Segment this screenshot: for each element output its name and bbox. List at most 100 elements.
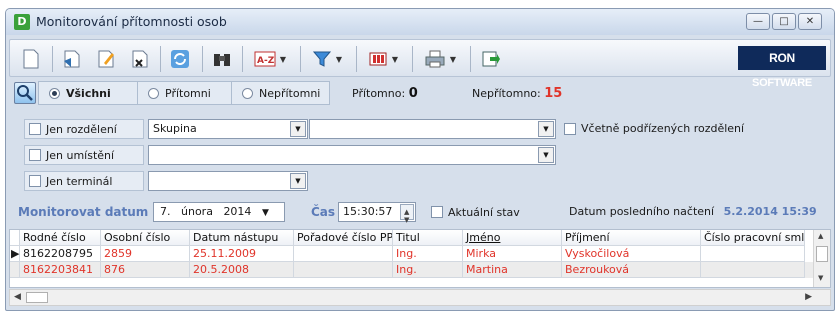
current-state-check[interactable] xyxy=(431,206,443,218)
cell[interactable]: Martina xyxy=(463,262,562,278)
new-doc-icon[interactable] xyxy=(20,46,42,72)
cell[interactable] xyxy=(701,262,805,278)
cell[interactable]: Mirka xyxy=(463,246,562,262)
col-header[interactable]: Osobní číslo xyxy=(101,230,190,246)
only-location-check[interactable] xyxy=(29,149,41,161)
radio-present[interactable]: Přítomni xyxy=(138,81,232,105)
horizontal-scroll-thumb[interactable] xyxy=(26,292,48,303)
time-input[interactable]: 15:30:57 ▲ ▼ xyxy=(338,202,416,224)
division-value-select[interactable]: ▼ xyxy=(309,119,556,139)
open-icon[interactable] xyxy=(60,46,84,72)
cell[interactable]: 8162203841 xyxy=(20,262,101,278)
edit-icon[interactable] xyxy=(94,46,118,72)
col-header[interactable]: Pořadové číslo PP xyxy=(294,230,393,246)
window-title: Monitorování přítomnosti osob xyxy=(36,14,227,29)
col-header-sorted[interactable]: Jméno xyxy=(463,230,562,246)
time-spinner[interactable]: ▲ ▼ xyxy=(400,204,414,224)
terminal-select[interactable]: ▼ xyxy=(148,171,308,191)
cell[interactable] xyxy=(294,246,393,262)
toolbar-separator xyxy=(300,46,301,72)
col-header[interactable]: Datum nástupu xyxy=(190,230,294,246)
filter-icon[interactable]: ▼ xyxy=(308,46,346,72)
col-header[interactable]: Číslo pracovní smlo xyxy=(701,230,805,246)
current-state-label: Aktuální stav xyxy=(448,205,520,219)
chevron-down-icon[interactable]: ▼ xyxy=(538,121,554,137)
cell[interactable]: 876 xyxy=(101,262,190,278)
scroll-down-icon[interactable]: ▼ xyxy=(818,274,823,282)
cell[interactable] xyxy=(294,262,393,278)
cell[interactable]: 2859 xyxy=(101,246,190,262)
include-sub-label: Včetně podřízených rozdělení xyxy=(581,122,745,135)
horizontal-scrollbar[interactable]: ◀ ▶ xyxy=(9,289,831,306)
cell[interactable]: Bezrouková xyxy=(562,262,701,278)
toolbar-separator xyxy=(160,46,161,72)
scroll-up-icon[interactable]: ▲ xyxy=(818,232,823,240)
spin-down-icon[interactable]: ▼ xyxy=(404,211,409,229)
only-terminal-check[interactable] xyxy=(29,175,41,187)
vertical-scroll-thumb[interactable] xyxy=(816,246,828,262)
chevron-down-icon[interactable]: ▼ xyxy=(290,173,306,189)
cell[interactable]: Ing. xyxy=(393,262,463,278)
radio-all[interactable]: Všichni xyxy=(38,81,138,105)
delete-icon[interactable] xyxy=(128,46,152,72)
time-label: Čas xyxy=(311,205,336,219)
close-button[interactable]: ✕ xyxy=(798,13,822,30)
scroll-left-icon[interactable]: ◀ xyxy=(14,292,21,302)
cell[interactable]: Vyskočilová xyxy=(562,246,701,262)
col-header[interactable]: Příjmení xyxy=(562,230,701,246)
table-row[interactable]: 8162203841 876 20.5.2008 Ing. Martina Be… xyxy=(10,262,830,278)
refresh-icon[interactable] xyxy=(168,46,192,72)
print-icon[interactable]: ▼ xyxy=(420,46,460,72)
app-icon: D xyxy=(14,14,30,30)
maximize-button[interactable]: □ xyxy=(772,13,796,30)
sort-az-icon[interactable]: A-Z ▼ xyxy=(250,46,290,72)
search-button[interactable] xyxy=(14,82,36,104)
current-state-checkbox[interactable]: Aktuální stav xyxy=(431,202,520,222)
toolbar-separator xyxy=(412,46,413,72)
only-terminal-checkbox[interactable]: Jen terminál xyxy=(24,171,144,191)
toolbar-separator xyxy=(356,46,357,72)
cell[interactable]: 25.11.2009 xyxy=(190,246,294,262)
date-month[interactable]: února xyxy=(181,205,213,218)
chevron-down-icon[interactable]: ▼ xyxy=(290,121,306,137)
radio-present-label: Přítomni xyxy=(165,86,211,100)
col-header[interactable]: Titul xyxy=(393,230,463,246)
chevron-down-icon[interactable]: ▼ xyxy=(538,147,554,163)
date-year[interactable]: 2014 xyxy=(223,205,251,218)
only-division-check[interactable] xyxy=(29,123,41,135)
chevron-down-icon[interactable]: ▼ xyxy=(262,208,269,218)
col-header[interactable]: Rodné číslo xyxy=(20,230,101,246)
only-location-checkbox[interactable]: Jen umístění xyxy=(24,145,144,165)
toolbar-separator xyxy=(52,46,53,72)
cell[interactable]: 8162208795 xyxy=(20,246,101,262)
main-window: D Monitorování přítomnosti osob — □ ✕ A-… xyxy=(5,8,835,311)
cell[interactable] xyxy=(701,246,805,262)
columns-icon[interactable]: ▼ xyxy=(364,46,402,72)
only-division-label: Jen rozdělení xyxy=(46,122,117,136)
monitor-date-picker[interactable]: 7. února 2014 ▼ xyxy=(153,202,285,222)
table-row[interactable]: ▶ 8162208795 2859 25.11.2009 Ing. Mirka … xyxy=(10,246,830,262)
radio-absent-indicator[interactable] xyxy=(242,87,253,99)
row-pointer-icon: ▶ xyxy=(11,247,20,260)
division-type-select[interactable]: Skupina ▼ xyxy=(148,119,308,139)
radio-all-indicator[interactable] xyxy=(49,87,60,99)
only-location-label: Jen umístění xyxy=(46,148,115,162)
cell[interactable]: 20.5.2008 xyxy=(190,262,294,278)
present-count: Přítomno: 0 xyxy=(352,86,418,101)
location-select[interactable]: ▼ xyxy=(148,145,556,165)
scroll-right-icon[interactable]: ▶ xyxy=(805,292,812,302)
include-sub-checkbox[interactable]: Včetně podřízených rozdělení xyxy=(564,122,744,135)
vertical-scrollbar[interactable]: ▲ ▼ xyxy=(813,230,830,287)
include-sub-check[interactable] xyxy=(564,122,576,135)
cell[interactable]: Ing. xyxy=(393,246,463,262)
radio-present-indicator[interactable] xyxy=(148,87,159,99)
radio-absent[interactable]: Nepřítomni xyxy=(232,81,330,105)
export-icon[interactable] xyxy=(478,46,502,72)
only-terminal-label: Jen terminál xyxy=(46,174,113,188)
persons-grid: Rodné číslo Osobní číslo Datum nástupu P… xyxy=(9,229,831,288)
binoculars-icon[interactable] xyxy=(210,46,234,72)
only-division-checkbox[interactable]: Jen rozdělení xyxy=(24,119,144,139)
date-day[interactable]: 7. xyxy=(160,205,171,218)
minimize-button[interactable]: — xyxy=(746,13,770,30)
row-indicator xyxy=(10,262,20,278)
